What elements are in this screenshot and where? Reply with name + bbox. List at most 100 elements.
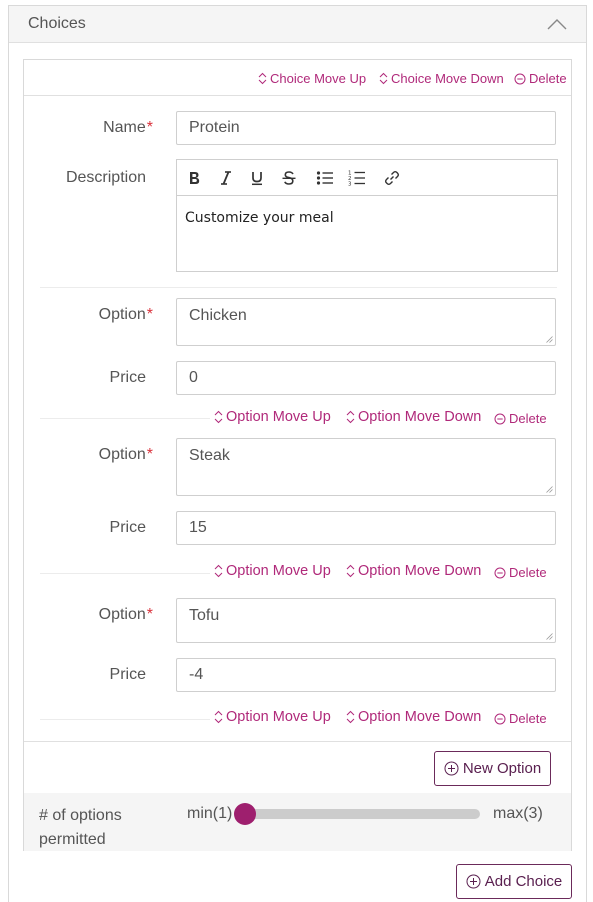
sort-icon xyxy=(346,710,355,724)
link-icon[interactable] xyxy=(382,168,402,188)
sort-icon xyxy=(214,564,223,578)
option-label-text: Option xyxy=(98,606,146,623)
option-move-up-label: Option Move Up xyxy=(226,409,331,425)
option-label: Option* xyxy=(33,446,153,464)
minus-circle-icon xyxy=(494,713,506,724)
option-move-down-label: Option Move Down xyxy=(358,409,482,425)
description-editor: 123 Customize your meal xyxy=(176,159,558,272)
choice-move-up-button[interactable]: Choice Move Up xyxy=(258,71,366,86)
required-mark: * xyxy=(146,119,153,136)
divider xyxy=(40,287,557,288)
plus-circle-icon xyxy=(466,874,481,889)
slider-thumb[interactable] xyxy=(234,803,256,825)
choice-name-input[interactable]: Protein xyxy=(176,111,556,145)
option-move-up-button[interactable]: Option Move Up xyxy=(214,409,331,425)
option-move-up-button[interactable]: Option Move Up xyxy=(214,563,331,579)
minus-circle-icon xyxy=(514,73,526,84)
choice-delete-button[interactable]: Delete xyxy=(514,71,567,86)
sort-icon xyxy=(214,710,223,724)
sort-icon xyxy=(346,410,355,424)
option-move-up-button[interactable]: Option Move Up xyxy=(214,709,331,725)
option-price-value: 0 xyxy=(189,369,198,386)
new-option-button[interactable]: New Option xyxy=(434,751,551,786)
option-label: Option* xyxy=(33,306,153,324)
price-label: Price xyxy=(109,369,146,386)
option-move-up-label: Option Move Up xyxy=(226,563,331,579)
option-move-down-button[interactable]: Option Move Down xyxy=(346,563,481,579)
svg-text:3: 3 xyxy=(348,182,352,188)
divider xyxy=(40,573,210,574)
choice-move-down-button[interactable]: Choice Move Down xyxy=(379,71,504,86)
choice-move-up-label: Choice Move Up xyxy=(270,71,367,86)
choices-panel: Choices Choice Move Up Choice Move Down … xyxy=(8,5,587,902)
option-move-up-label: Option Move Up xyxy=(226,709,331,725)
plus-circle-icon xyxy=(444,761,459,776)
choice-card: Choice Move Up Choice Move Down Delete N… xyxy=(23,59,572,851)
resize-handle-icon[interactable] xyxy=(546,486,553,493)
underline-icon[interactable] xyxy=(247,168,267,188)
minus-circle-icon xyxy=(494,413,506,424)
option-price-input[interactable]: 15 xyxy=(176,511,556,545)
bold-icon[interactable] xyxy=(184,168,204,188)
option-label-text: Option xyxy=(98,306,146,323)
sort-icon xyxy=(214,410,223,424)
divider xyxy=(40,418,210,419)
divider xyxy=(40,719,210,720)
sort-icon xyxy=(258,72,267,85)
option-move-down-button[interactable]: Option Move Down xyxy=(346,709,481,725)
option-delete-button[interactable]: Delete xyxy=(494,411,547,426)
name-label: Name* xyxy=(33,119,153,137)
price-label: Price xyxy=(109,666,146,683)
numbered-list-icon[interactable]: 123 xyxy=(347,168,367,188)
option-name-textarea[interactable]: Tofu xyxy=(176,598,556,643)
option-name-textarea[interactable]: Steak xyxy=(176,438,556,496)
choice-delete-label: Delete xyxy=(529,71,567,86)
option-delete-label: Delete xyxy=(509,711,547,726)
panel-title: Choices xyxy=(28,15,86,32)
description-text[interactable]: Customize your meal xyxy=(185,210,334,226)
option-delete-label: Delete xyxy=(509,411,547,426)
option-label-text: Option xyxy=(98,446,146,463)
price-label: Price xyxy=(109,519,146,536)
options-permitted-line2: permitted xyxy=(39,831,106,848)
options-permitted-label: # of options permitted xyxy=(39,804,122,852)
italic-icon[interactable] xyxy=(216,168,236,188)
bulleted-list-icon[interactable] xyxy=(315,168,335,188)
slider-min-label: min(1) xyxy=(187,805,233,822)
choices-panel-header[interactable]: Choices xyxy=(9,6,586,43)
option-move-down-label: Option Move Down xyxy=(358,563,482,579)
strikethrough-icon[interactable] xyxy=(279,168,299,188)
add-choice-label: Add Choice xyxy=(484,873,563,890)
options-permitted-row: # of options permitted min(1) max(3) xyxy=(24,793,571,851)
option-name-textarea[interactable]: Chicken xyxy=(176,298,556,346)
choice-move-down-label: Choice Move Down xyxy=(391,71,504,86)
option-name-value: Steak xyxy=(189,447,230,464)
sort-icon xyxy=(346,564,355,578)
option-price-input[interactable]: 0 xyxy=(176,361,556,395)
new-option-label: New Option xyxy=(462,760,542,777)
resize-handle-icon[interactable] xyxy=(546,633,553,640)
sort-icon xyxy=(379,72,388,85)
options-permitted-slider[interactable] xyxy=(236,809,480,819)
option-delete-button[interactable]: Delete xyxy=(494,565,547,580)
add-choice-button[interactable]: Add Choice xyxy=(456,864,572,899)
option-move-down-button[interactable]: Option Move Down xyxy=(346,409,481,425)
name-label-text: Name xyxy=(103,119,146,136)
option-price-input[interactable]: -4 xyxy=(176,658,556,692)
required-mark: * xyxy=(146,446,153,463)
choice-footer: New Option # of options permitted min(1)… xyxy=(24,741,571,851)
option-delete-button[interactable]: Delete xyxy=(494,711,547,726)
slider-max-label: max(3) xyxy=(493,805,543,822)
option-name-value: Chicken xyxy=(189,307,247,324)
option-price-value: 15 xyxy=(189,519,207,536)
resize-handle-icon[interactable] xyxy=(546,336,553,343)
option-price-value: -4 xyxy=(189,666,204,683)
required-mark: * xyxy=(146,606,153,623)
choice-actions-bar: Choice Move Up Choice Move Down Delete xyxy=(24,60,571,96)
choice-name-value: Protein xyxy=(189,119,240,136)
option-move-down-label: Option Move Down xyxy=(358,709,482,725)
description-label: Description xyxy=(65,169,146,186)
required-mark: * xyxy=(146,306,153,323)
options-permitted-line1: # of options xyxy=(39,807,122,824)
chevron-up-icon[interactable] xyxy=(546,17,568,31)
